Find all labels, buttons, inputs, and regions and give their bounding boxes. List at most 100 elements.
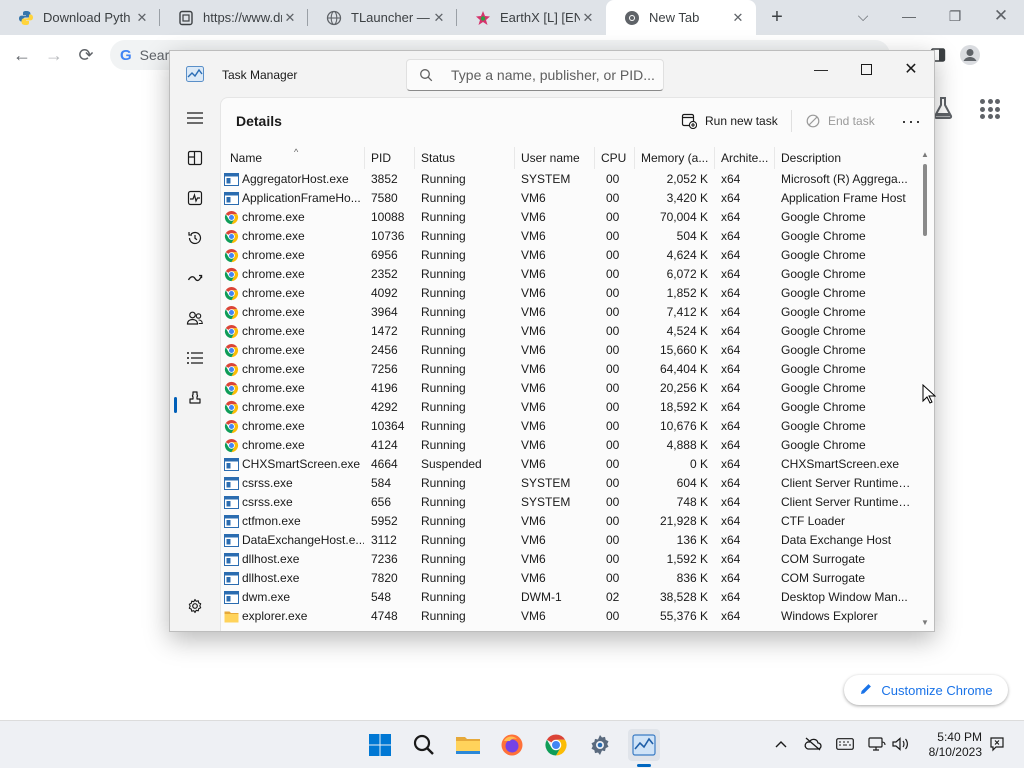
- column-header-cpu[interactable]: CPU: [595, 147, 635, 169]
- new-tab-button[interactable]: +: [765, 5, 789, 29]
- table-row[interactable]: chrome.exe 4292 Running VM6 00 18,592 K x64 Goo…: [220, 398, 920, 417]
- close-browser-button[interactable]: ✕: [978, 0, 1024, 32]
- minimize-button[interactable]: —: [798, 55, 844, 83]
- table-row[interactable]: ctfmon.exe 5952 Running VM6 00 21,928 K x64 CTF…: [220, 512, 920, 531]
- notifications-icon[interactable]: [986, 733, 1008, 755]
- customize-chrome-label: Customize Chrome: [881, 682, 993, 698]
- column-header-user-name[interactable]: User name: [515, 147, 595, 169]
- processes-icon[interactable]: [180, 143, 210, 173]
- browser-tab-strip: Download Pyth ✕ https://www.dr ✕ TLaunch…: [0, 0, 1024, 35]
- maximize-button[interactable]: [843, 55, 889, 83]
- chrome-icon[interactable]: [540, 729, 572, 761]
- table-row[interactable]: ApplicationFrameHo... 7580 Running VM6 00 3,4…: [220, 189, 920, 208]
- browser-tab[interactable]: Download Pyth ✕: [0, 0, 160, 35]
- process-search-input[interactable]: Type a name, publisher, or PID...: [406, 59, 664, 91]
- table-row[interactable]: chrome.exe 4196 Running VM6 00 20,256 K x64 Goo…: [220, 379, 920, 398]
- keyboard-icon[interactable]: [834, 733, 856, 755]
- close-tab-icon[interactable]: ✕: [431, 10, 447, 26]
- close-tab-icon[interactable]: ✕: [134, 10, 150, 26]
- task-manager-icon[interactable]: [628, 729, 660, 761]
- details-icon[interactable]: [180, 343, 210, 373]
- back-arrow-icon[interactable]: ←: [10, 43, 34, 67]
- process-name: dwm.exe: [242, 590, 291, 604]
- forward-arrow-icon[interactable]: →: [42, 43, 66, 67]
- table-row[interactable]: chrome.exe 2352 Running VM6 00 6,072 K x64 Goog…: [220, 265, 920, 284]
- settings-gear-icon[interactable]: [180, 591, 210, 621]
- table-row[interactable]: chrome.exe 10088 Running VM6 00 70,004 K x64 Go…: [220, 208, 920, 227]
- google-apps-icon[interactable]: [980, 99, 1000, 119]
- column-header-architecture[interactable]: Archite...: [715, 147, 775, 169]
- labs-flask-icon[interactable]: [932, 96, 954, 120]
- task-manager-titlebar[interactable]: Task Manager Type a name, publisher, or …: [170, 51, 934, 97]
- settings-icon[interactable]: [584, 729, 616, 761]
- table-row[interactable]: AggregatorHost.exe 3852 Running SYSTEM 00 2,0…: [220, 170, 920, 189]
- reload-icon[interactable]: ⟳: [74, 43, 98, 67]
- users-icon[interactable]: [180, 303, 210, 333]
- table-row[interactable]: chrome.exe 7256 Running VM6 00 64,404 K x64 Goo…: [220, 360, 920, 379]
- table-row[interactable]: CHXSmartScreen.exe 4664 Suspended VM6 00 0 K x…: [220, 455, 920, 474]
- browser-tab[interactable]: EarthX [L] [ENG ✕: [457, 0, 606, 35]
- table-row[interactable]: chrome.exe 4092 Running VM6 00 1,852 K x64 Goog…: [220, 284, 920, 303]
- description-cell: Google Chrome: [781, 362, 866, 376]
- table-row[interactable]: DataExchangeHost.e... 3112 Running VM6 00 136…: [220, 531, 920, 550]
- memory-cell: 604 K: [676, 476, 708, 490]
- cpu-cell: 00: [606, 609, 620, 623]
- startup-apps-icon[interactable]: [180, 263, 210, 293]
- cloud-sync-off-icon[interactable]: [802, 733, 824, 755]
- system-clock[interactable]: 5:40 PM 8/10/2023: [916, 730, 982, 760]
- customize-chrome-button[interactable]: Customize Chrome: [844, 675, 1008, 705]
- app-history-icon[interactable]: [180, 223, 210, 253]
- file-explorer-icon[interactable]: [452, 729, 484, 761]
- search-icon[interactable]: [408, 729, 440, 761]
- close-button[interactable]: ✕: [888, 55, 934, 83]
- volume-icon[interactable]: [890, 733, 912, 755]
- table-row[interactable]: chrome.exe 4124 Running VM6 00 4,888 K x64 Goog…: [220, 436, 920, 455]
- profile-avatar-icon[interactable]: [958, 43, 982, 67]
- end-task-button[interactable]: End task: [806, 109, 875, 133]
- table-row[interactable]: csrss.exe 584 Running SYSTEM 00 604 K x64 Clien…: [220, 474, 920, 493]
- table-row[interactable]: csrss.exe 656 Running SYSTEM 00 748 K x64 Clien…: [220, 493, 920, 512]
- table-row[interactable]: dllhost.exe 7236 Running VM6 00 1,592 K x64 COM…: [220, 550, 920, 569]
- minimize-browser-button[interactable]: —: [886, 0, 932, 32]
- close-tab-icon[interactable]: ✕: [730, 10, 746, 26]
- table-row[interactable]: chrome.exe 1472 Running VM6 00 4,524 K x64 Goog…: [220, 322, 920, 341]
- windows-start-icon[interactable]: [364, 729, 396, 761]
- scroll-up-arrow-icon[interactable]: ▲: [920, 150, 930, 160]
- status-cell: Running: [421, 305, 466, 319]
- firefox-icon[interactable]: [496, 729, 528, 761]
- performance-icon[interactable]: [180, 183, 210, 213]
- table-row[interactable]: chrome.exe 6956 Running VM6 00 4,624 K x64 Goog…: [220, 246, 920, 265]
- close-tab-icon[interactable]: ✕: [282, 10, 298, 26]
- column-header-memory[interactable]: Memory (a...: [635, 147, 715, 169]
- tab-search-chevron-icon[interactable]: ⌵: [840, 0, 886, 32]
- table-row[interactable]: chrome.exe 3964 Running VM6 00 7,412 K x64 Goog…: [220, 303, 920, 322]
- tab-title: EarthX [L] [ENG: [500, 10, 580, 25]
- table-row[interactable]: chrome.exe 2456 Running VM6 00 15,660 K x64 Goo…: [220, 341, 920, 360]
- table-row[interactable]: chrome.exe 10736 Running VM6 00 504 K x64 Googl…: [220, 227, 920, 246]
- column-header-label: User name: [521, 151, 580, 165]
- table-row[interactable]: dwm.exe 548 Running DWM-1 02 38,528 K x64 Deskt…: [220, 588, 920, 607]
- close-tab-icon[interactable]: ✕: [580, 10, 596, 26]
- column-header-description[interactable]: Description: [775, 147, 915, 169]
- more-options-icon[interactable]: ···: [901, 109, 922, 133]
- browser-tab-active[interactable]: New Tab ✕: [606, 0, 756, 35]
- process-name: DataExchangeHost.e...: [242, 533, 364, 547]
- scroll-down-arrow-icon[interactable]: ▼: [920, 618, 930, 628]
- column-header-pid[interactable]: PID: [365, 147, 415, 169]
- browser-tab[interactable]: https://www.dr ✕: [160, 0, 308, 35]
- scrollbar-thumb[interactable]: [923, 164, 927, 236]
- column-header-status[interactable]: Status: [415, 147, 515, 169]
- table-row[interactable]: dllhost.exe 7820 Running VM6 00 836 K x64 COM S…: [220, 569, 920, 588]
- menu-icon[interactable]: [180, 103, 210, 133]
- status-cell: Running: [421, 495, 466, 509]
- column-header-name[interactable]: Name ^: [224, 147, 365, 169]
- table-row[interactable]: chrome.exe 10364 Running VM6 00 10,676 K x64 Go…: [220, 417, 920, 436]
- run-new-task-button[interactable]: Run new task: [681, 109, 778, 133]
- browser-tab[interactable]: TLauncher — D ✕: [308, 0, 457, 35]
- services-icon[interactable]: [180, 383, 210, 413]
- description-cell: Google Chrome: [781, 343, 866, 357]
- restore-browser-button[interactable]: ❐: [932, 0, 978, 32]
- table-row[interactable]: explorer.exe 4748 Running VM6 00 55,376 K x64 W…: [220, 607, 920, 626]
- show-hidden-icons-chevron-icon[interactable]: [770, 733, 792, 755]
- network-display-icon[interactable]: [866, 733, 888, 755]
